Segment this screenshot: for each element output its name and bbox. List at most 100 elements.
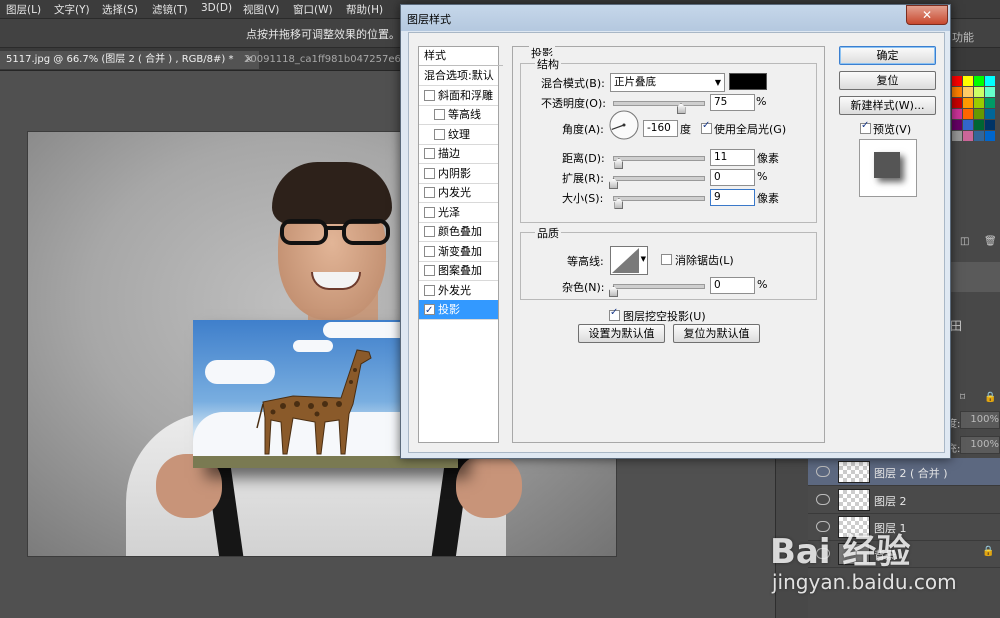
workspace-fragment[interactable]: 功能 [952,29,974,45]
menu-filter[interactable]: 滤镜(T) [152,2,188,17]
grid-icon[interactable]: 田 [950,317,962,334]
layer-row[interactable]: 图层 2 [808,486,1000,514]
menu-help[interactable]: 帮助(H) [346,2,383,17]
distance-slider-track[interactable] [613,156,705,161]
style-checkbox[interactable] [424,89,435,101]
style-item[interactable]: 内阴影 [419,164,498,184]
menu-type[interactable]: 文字(Y) [54,2,90,17]
eye-icon[interactable] [816,494,830,505]
color-swatch[interactable] [963,131,973,141]
style-item[interactable]: 内发光 [419,183,498,203]
reset-default-button[interactable]: 复位为默认值 [673,324,760,343]
color-swatch[interactable] [952,98,962,108]
color-swatch[interactable] [952,131,962,141]
global-light-checkbox[interactable] [701,120,712,134]
style-checkbox[interactable] [434,128,445,140]
color-swatch[interactable] [974,109,984,119]
transform-icon[interactable]: ⌑ [960,392,965,403]
distance-input[interactable]: 11 [710,149,755,166]
color-swatch[interactable] [985,120,995,130]
style-item[interactable]: 描边 [419,144,498,164]
color-swatch[interactable] [952,120,962,130]
spread-slider-track[interactable] [613,176,705,181]
color-swatch[interactable] [974,87,984,97]
color-swatch[interactable] [963,87,973,97]
knockout-checkbox[interactable] [609,307,620,321]
style-checkbox[interactable] [434,109,445,120]
new-swatch-icon[interactable]: ◫ [960,236,969,247]
ok-button[interactable]: 确定 [839,46,936,65]
style-checkbox[interactable] [424,245,435,257]
color-swatch[interactable] [974,131,984,141]
close-button[interactable]: ✕ [906,5,948,25]
menu-view[interactable]: 视图(V) [243,2,279,17]
tab-inactive-document[interactable]: 20091118_ca1ff981b047257e66 [238,51,413,69]
style-item[interactable]: 斜面和浮雕 [419,86,498,106]
size-input[interactable]: 9 [710,189,755,206]
style-item[interactable]: 外发光 [419,281,498,301]
style-checkbox[interactable] [424,226,435,237]
style-checkbox[interactable] [424,265,435,276]
style-checkbox[interactable] [424,301,435,320]
layer-opacity-field[interactable]: 100% [960,411,1000,429]
swatches-panel[interactable] [948,76,998,146]
menu-select[interactable]: 选择(S) [102,2,138,17]
style-checkbox[interactable] [424,148,435,159]
antialias-checkbox[interactable] [661,254,672,265]
opacity-slider-track[interactable] [613,101,705,106]
style-checkbox[interactable] [424,167,435,179]
spread-input[interactable]: 0 [710,169,755,186]
layer-row[interactable]: 图层 2 ( 合并 ) [808,458,1000,486]
color-swatch[interactable] [974,76,984,86]
style-checkbox[interactable] [424,187,435,198]
tab-active-document[interactable]: 5117.jpg @ 66.7% (图层 2 ( 合并 ) , RGB/8#) … [0,51,260,69]
color-swatch[interactable] [952,109,962,119]
chevron-down-icon: ▼ [714,78,721,87]
color-swatch[interactable] [963,120,973,130]
color-swatch[interactable] [985,87,995,97]
lock-icon[interactable]: 🔒 [984,392,996,403]
style-item[interactable]: 纹理 [419,125,498,145]
menu-window[interactable]: 窗口(W) [293,2,333,17]
trash-icon[interactable]: 🗑 [984,236,997,247]
layer-fill-field[interactable]: 100% [960,436,1000,454]
menu-3d[interactable]: 3D(D) [201,2,232,14]
style-item[interactable]: 渐变叠加 [419,242,498,262]
shadow-color-swatch[interactable] [729,73,767,90]
style-checkbox[interactable] [424,206,435,218]
color-swatch[interactable] [985,76,995,86]
style-item[interactable]: 混合选项:默认 [419,66,498,86]
style-item[interactable]: 光泽 [419,203,498,223]
color-swatch[interactable] [952,87,962,97]
style-item[interactable]: 图案叠加 [419,261,498,281]
blend-mode-select[interactable]: 正片叠底 ▼ [610,73,725,92]
color-swatch[interactable] [952,76,962,86]
set-default-button[interactable]: 设置为默认值 [578,324,665,343]
style-checkbox[interactable] [424,284,435,296]
noise-input[interactable]: 0 [710,277,755,294]
tab-active-label: 5117.jpg @ 66.7% (图层 2 ( 合并 ) , RGB/8#) … [6,54,234,65]
menu-layer[interactable]: 图层(L) [6,2,41,17]
contour-picker[interactable]: ▼ [610,246,648,275]
color-swatch[interactable] [985,131,995,141]
style-item[interactable]: 等高线 [419,105,498,125]
size-slider-track[interactable] [613,196,705,201]
angle-dial-icon[interactable] [608,109,640,141]
color-swatch[interactable] [963,98,973,108]
angle-input[interactable]: -160 [643,120,678,137]
color-swatch[interactable] [963,109,973,119]
color-swatch[interactable] [985,98,995,108]
color-swatch[interactable] [974,98,984,108]
eye-icon[interactable] [816,466,830,477]
color-swatch[interactable] [963,76,973,86]
color-swatch[interactable] [974,120,984,130]
color-swatch[interactable] [985,109,995,119]
opacity-input[interactable]: 75 [710,94,755,111]
reset-button[interactable]: 复位 [839,71,936,90]
dialog-title-bar[interactable]: 图层样式 ✕ [401,5,950,31]
new-style-button[interactable]: 新建样式(W)... [839,96,936,115]
style-item[interactable]: 颜色叠加 [419,222,498,242]
style-item[interactable]: 投影 [419,300,498,320]
noise-slider-track[interactable] [613,284,705,289]
preview-checkbox[interactable] [860,120,871,134]
